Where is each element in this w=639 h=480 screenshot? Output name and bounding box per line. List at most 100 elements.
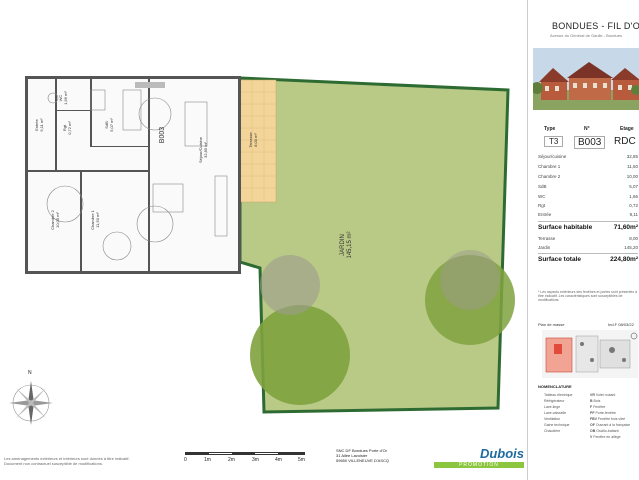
lot-value-floor: RDC: [614, 136, 636, 147]
building-image: [533, 48, 639, 110]
brand-title: BONDUES - FIL D'OR: [552, 21, 639, 31]
legend-code-label: Ouvrant à la française: [595, 423, 631, 427]
area-label: Chambre 1: [538, 164, 561, 169]
scale-segment: [232, 453, 255, 454]
legend-codes: VR Volet roulant B Bois F Fenêtre PF Por…: [590, 392, 638, 440]
area-value: 10,00: [626, 174, 638, 179]
area-value: 5,07: [629, 184, 638, 189]
legend-code-label: Fenêtre: [593, 405, 606, 409]
area-value: 145,20: [624, 245, 638, 250]
area-value: 11,50: [627, 164, 638, 169]
room-area: 5,07 m²: [109, 118, 114, 132]
lot-header: N°: [584, 126, 590, 132]
footer-note: Les aménagements extérieurs et intérieur…: [4, 456, 130, 466]
room-area: 1,66 m²: [63, 91, 68, 105]
area-label: Terrasse: [538, 236, 556, 241]
room-entree: Entrée 9,11 m²: [34, 105, 44, 145]
legend-code: VR: [590, 393, 595, 397]
info-panel: BONDUES - FIL D'OR Avenue du Général de …: [527, 0, 639, 480]
legend-item: Chaudière: [544, 429, 561, 433]
lot-number-label: B003: [159, 126, 166, 144]
room-sejour: Séjour/Cuisine 32,85 m²: [198, 120, 208, 180]
scale-label: 2m: [228, 457, 235, 463]
floor-plan: B003 Séjour/Cuisine 32,85 m² Terrasse 8,…: [0, 0, 527, 440]
legend-code: B: [590, 399, 593, 403]
scale-label: 1m: [204, 457, 211, 463]
area-value: 0,72: [629, 203, 638, 208]
area-label: Rgt: [538, 203, 546, 208]
area-label: WC: [538, 194, 546, 199]
legend-code: OF: [590, 423, 595, 427]
area-label: SdB: [538, 184, 547, 189]
room-jardin: JARDIN 145,15 m²: [340, 205, 354, 285]
legend-left: Tableau électrique Réfrigérateur Lave-li…: [544, 392, 588, 434]
legend-code-item: V Fenêtre en allège: [590, 434, 638, 440]
scale-bar: [185, 452, 305, 455]
scale-segment: [186, 453, 209, 454]
site-plan-map: [542, 330, 638, 378]
area-value: 8,00: [629, 236, 638, 241]
lot-value-number: B003: [574, 136, 606, 149]
lot-table: Type N° Etage T3 B003 RDC: [538, 126, 638, 149]
scale-label: 5m: [298, 457, 305, 463]
divider: [538, 221, 638, 222]
area-value: 32,85: [626, 154, 638, 159]
lot-value-type: T3: [544, 136, 564, 147]
scale-segment: [278, 453, 304, 454]
scale-label: 4m: [275, 457, 282, 463]
room-area: 11,50 m²: [95, 212, 100, 228]
room-chambre1: Chambre 1 11,50 m²: [90, 200, 100, 240]
area-row: Entrée 9,11: [538, 212, 638, 217]
legend-code-label: Oscillo-battant: [596, 429, 619, 433]
legend-code: OB: [590, 429, 596, 433]
room-wc: WC 1,66 m²: [58, 88, 68, 108]
brand-subtitle: Avenue du Général de Gaulle - Bondues: [550, 33, 622, 38]
plan-title: Plan de masse: [538, 322, 565, 327]
room-area: 10,00 m²: [55, 212, 60, 228]
legend-code: F: [590, 405, 593, 409]
room-terrasse: Terrasse 8,00 m²: [248, 115, 258, 165]
compass-icon: [9, 381, 53, 425]
room-name: JARDIN: [340, 234, 346, 256]
legend-code-label: Fenêtre en allège: [593, 435, 621, 439]
company-info: SNC DF Bondues Porte d'Or 31 Allée Lavoi…: [336, 448, 426, 463]
surface-habitable-label: Surface habitable: [538, 224, 593, 231]
legend-code-label: Porte-fenêtre: [595, 411, 616, 415]
area-row: Terrasse 8,00: [538, 236, 638, 241]
area-value: 9,11: [629, 212, 638, 217]
room-area: 0,72 m²: [67, 121, 72, 135]
legend-title: NOMENCLATURE: [538, 384, 572, 389]
surface-habitable-value: 71,60m²: [613, 224, 638, 231]
divider: [538, 253, 638, 254]
legend-code: FBV: [590, 417, 597, 421]
logo-text: Dubois: [479, 446, 524, 461]
legend-code: V: [590, 435, 593, 439]
area-row: Chambre 1 11,50: [538, 164, 638, 169]
area-label: Séjour/cuisine: [538, 154, 567, 159]
surface-habitable-row: Surface habitable 71,60m²: [538, 224, 638, 231]
area-value: 1,66: [629, 194, 638, 199]
legend-code: PF: [590, 411, 595, 415]
surface-totale-row: Surface totale 224,80m²: [538, 256, 638, 263]
legend-code-label: Fenêtre bois vitré: [597, 417, 626, 421]
legend-code-label: Bois: [593, 399, 601, 403]
plan-ref: Ind.F 08/03/22: [608, 322, 634, 327]
room-area: 32,85 m²: [203, 142, 208, 158]
company-line: 59650 VILLENEUVE D'ASCQ: [336, 458, 390, 463]
room-area: 9,11 m²: [39, 118, 44, 132]
area-label: Jardin: [538, 245, 551, 250]
area-row: SdB 5,07: [538, 184, 638, 189]
room-area: 8,00 m²: [253, 133, 258, 147]
scale-label: 0: [184, 457, 187, 463]
compass-label: N: [28, 370, 32, 376]
legend-code-label: Volet roulant: [595, 393, 616, 397]
lot-header: Etage: [620, 126, 634, 132]
lot-header: Type: [544, 126, 556, 132]
area-label: Chambre 2: [538, 174, 561, 179]
area-row: Séjour/cuisine 32,85: [538, 154, 638, 159]
area-row: Jardin 145,20: [538, 245, 638, 250]
area-label: Entrée: [538, 212, 552, 217]
scale-label: 3m: [252, 457, 259, 463]
area-row: Rgt 0,72: [538, 203, 638, 208]
surface-totale-label: Surface totale: [538, 256, 581, 263]
